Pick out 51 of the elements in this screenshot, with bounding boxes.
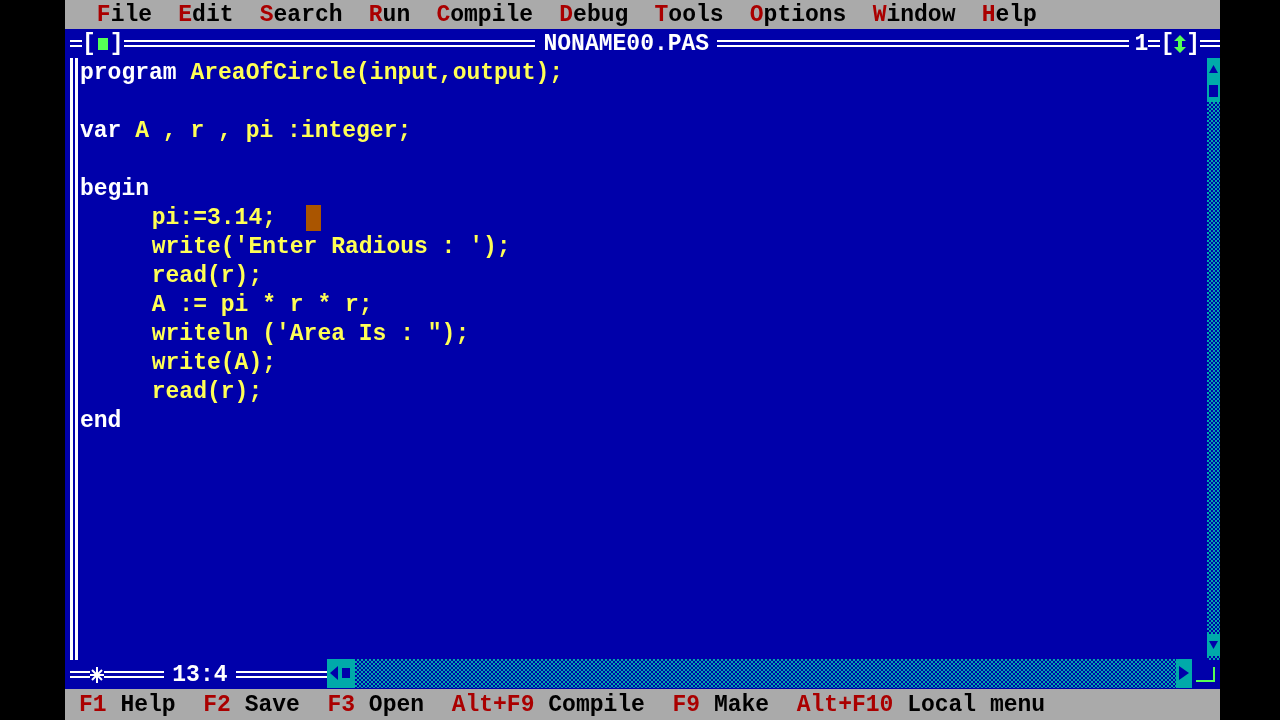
- window-title: NONAME00.PAS: [542, 30, 711, 57]
- code-line: pi:=3.14;: [151, 204, 276, 231]
- left-arrow-icon: [330, 666, 352, 680]
- shortcut-hint[interactable]: F3 Open: [327, 691, 425, 718]
- window-number: 1: [1133, 30, 1149, 57]
- scroll-right-button[interactable]: [1176, 658, 1192, 688]
- code-line: var A , r , pi :integer;: [80, 117, 412, 144]
- menu-item[interactable]: Tools: [649, 1, 729, 28]
- code-line: write(A);: [151, 349, 276, 376]
- scroll-thumb[interactable]: [1207, 80, 1220, 102]
- vertical-scrollbar[interactable]: [1207, 58, 1220, 660]
- frame-line: [70, 40, 82, 47]
- menu-item[interactable]: Edit: [173, 1, 239, 28]
- up-arrow-icon: [1208, 64, 1219, 74]
- scroll-down-button[interactable]: [1207, 634, 1220, 656]
- menu-item[interactable]: Options: [744, 1, 852, 28]
- horizontal-scrollbar[interactable]: [327, 658, 1192, 688]
- zoom-box[interactable]: [ ]: [1160, 30, 1200, 57]
- down-arrow-icon: [1208, 640, 1219, 650]
- thumb-icon: [1209, 85, 1218, 97]
- square-icon: [97, 37, 108, 50]
- close-box[interactable]: [ ]: [82, 30, 124, 57]
- shortcut-hint[interactable]: F9 Make: [672, 691, 770, 718]
- cursor-position: 13:4: [171, 661, 229, 688]
- code-line: read(r);: [151, 378, 263, 405]
- code-line: writeln ('Area Is : ");: [151, 320, 470, 347]
- frame-line: [104, 671, 164, 678]
- up-down-arrow-icon: [1174, 34, 1187, 53]
- menu-item[interactable]: Run: [363, 1, 416, 28]
- frame-line: [1148, 40, 1161, 47]
- scroll-up-button[interactable]: [1207, 58, 1220, 80]
- shortcut-hint[interactable]: Alt+F10 Local menu: [796, 691, 1046, 718]
- frame-line: [1200, 40, 1220, 47]
- menu-item[interactable]: File: [92, 1, 157, 28]
- menu-item[interactable]: Search: [254, 1, 348, 28]
- code-line: program AreaOfCircle(input,output);: [80, 59, 564, 86]
- shortcut-hint[interactable]: F2 Save: [203, 691, 300, 718]
- code-line: read(r);: [151, 262, 263, 289]
- right-arrow-icon: [1179, 666, 1189, 680]
- menu-item[interactable]: Help: [976, 1, 1042, 28]
- code-line: end: [80, 407, 122, 434]
- menu-item[interactable]: Compile: [431, 1, 538, 28]
- code-line: write('Enter Radious : ');: [151, 233, 511, 260]
- menu-item[interactable]: Debug: [554, 1, 634, 28]
- scroll-left-button[interactable]: [327, 658, 355, 688]
- shortcut-hint[interactable]: F1 Help: [79, 691, 176, 718]
- code-line: begin: [80, 175, 149, 202]
- shortcut-hint[interactable]: Alt+F9 Compile: [451, 691, 645, 718]
- menu-item[interactable]: Window: [867, 1, 961, 28]
- frame-line: [70, 671, 90, 678]
- code-line: A := pi * r * r;: [151, 291, 373, 318]
